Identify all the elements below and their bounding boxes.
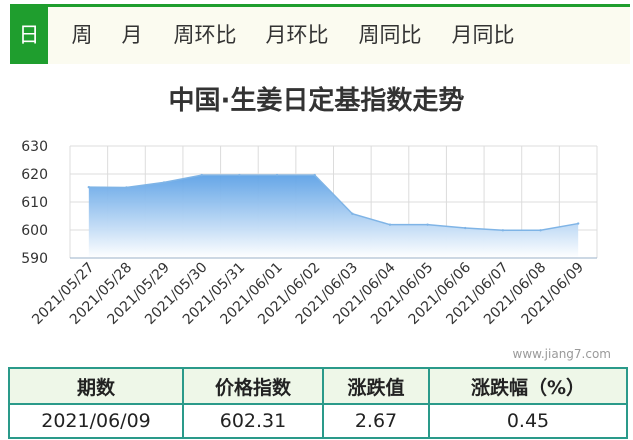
- y-tick-label: 630: [21, 139, 48, 155]
- data-point: [426, 223, 429, 226]
- data-point: [539, 229, 542, 232]
- site-watermark: www.jiang7.com: [512, 347, 611, 361]
- y-tick-label: 620: [21, 167, 48, 183]
- tab-day[interactable]: 日: [10, 7, 48, 64]
- y-tick-label: 610: [21, 195, 48, 211]
- data-point: [200, 173, 203, 177]
- header-period: 期数: [8, 367, 184, 405]
- table-row: 2021/06/09 602.31 2.67 0.45: [8, 403, 628, 439]
- index-trend-chart: 5906006106206302021/05/272021/05/282021/…: [21, 139, 598, 328]
- data-point: [87, 185, 91, 189]
- data-point: [313, 173, 316, 177]
- y-tick-label: 590: [21, 251, 48, 267]
- period-tab-bar: 日 周 月 周环比 月环比 周同比 月同比: [10, 4, 630, 64]
- data-point: [464, 226, 467, 230]
- data-point: [125, 186, 128, 189]
- tab-month-over-month[interactable]: 月环比: [260, 7, 334, 64]
- header-price-index: 价格指数: [182, 367, 324, 405]
- tab-month-year-over-year[interactable]: 月同比: [446, 7, 520, 64]
- data-point: [162, 181, 166, 184]
- data-point: [275, 173, 279, 177]
- cell-period: 2021/06/09: [8, 403, 184, 439]
- data-point: [501, 229, 505, 232]
- y-tick-label: 600: [21, 223, 48, 239]
- header-change-value: 涨跌值: [322, 367, 430, 405]
- cell-change-percent: 0.45: [428, 403, 628, 439]
- tab-week-year-over-year[interactable]: 周同比: [353, 7, 427, 64]
- cell-price-index: 602.31: [182, 403, 324, 439]
- chart-title: 中国·生姜日定基指数走势: [168, 86, 465, 116]
- data-point: [238, 173, 241, 177]
- tab-week[interactable]: 周: [62, 7, 102, 64]
- tab-month[interactable]: 月: [112, 7, 152, 64]
- cell-change-value: 2.67: [322, 403, 430, 439]
- data-point: [351, 212, 354, 215]
- data-point: [388, 223, 392, 226]
- header-change-percent: 涨跌幅（%）: [428, 367, 628, 405]
- stats-header-row: 期数 价格指数 涨跌值 涨跌幅（%）: [8, 367, 628, 405]
- tab-week-over-week[interactable]: 周环比: [168, 7, 242, 64]
- data-point: [576, 222, 580, 225]
- stats-table: 期数 价格指数 涨跌值 涨跌幅（%） 2021/06/09 602.31 2.6…: [8, 367, 628, 439]
